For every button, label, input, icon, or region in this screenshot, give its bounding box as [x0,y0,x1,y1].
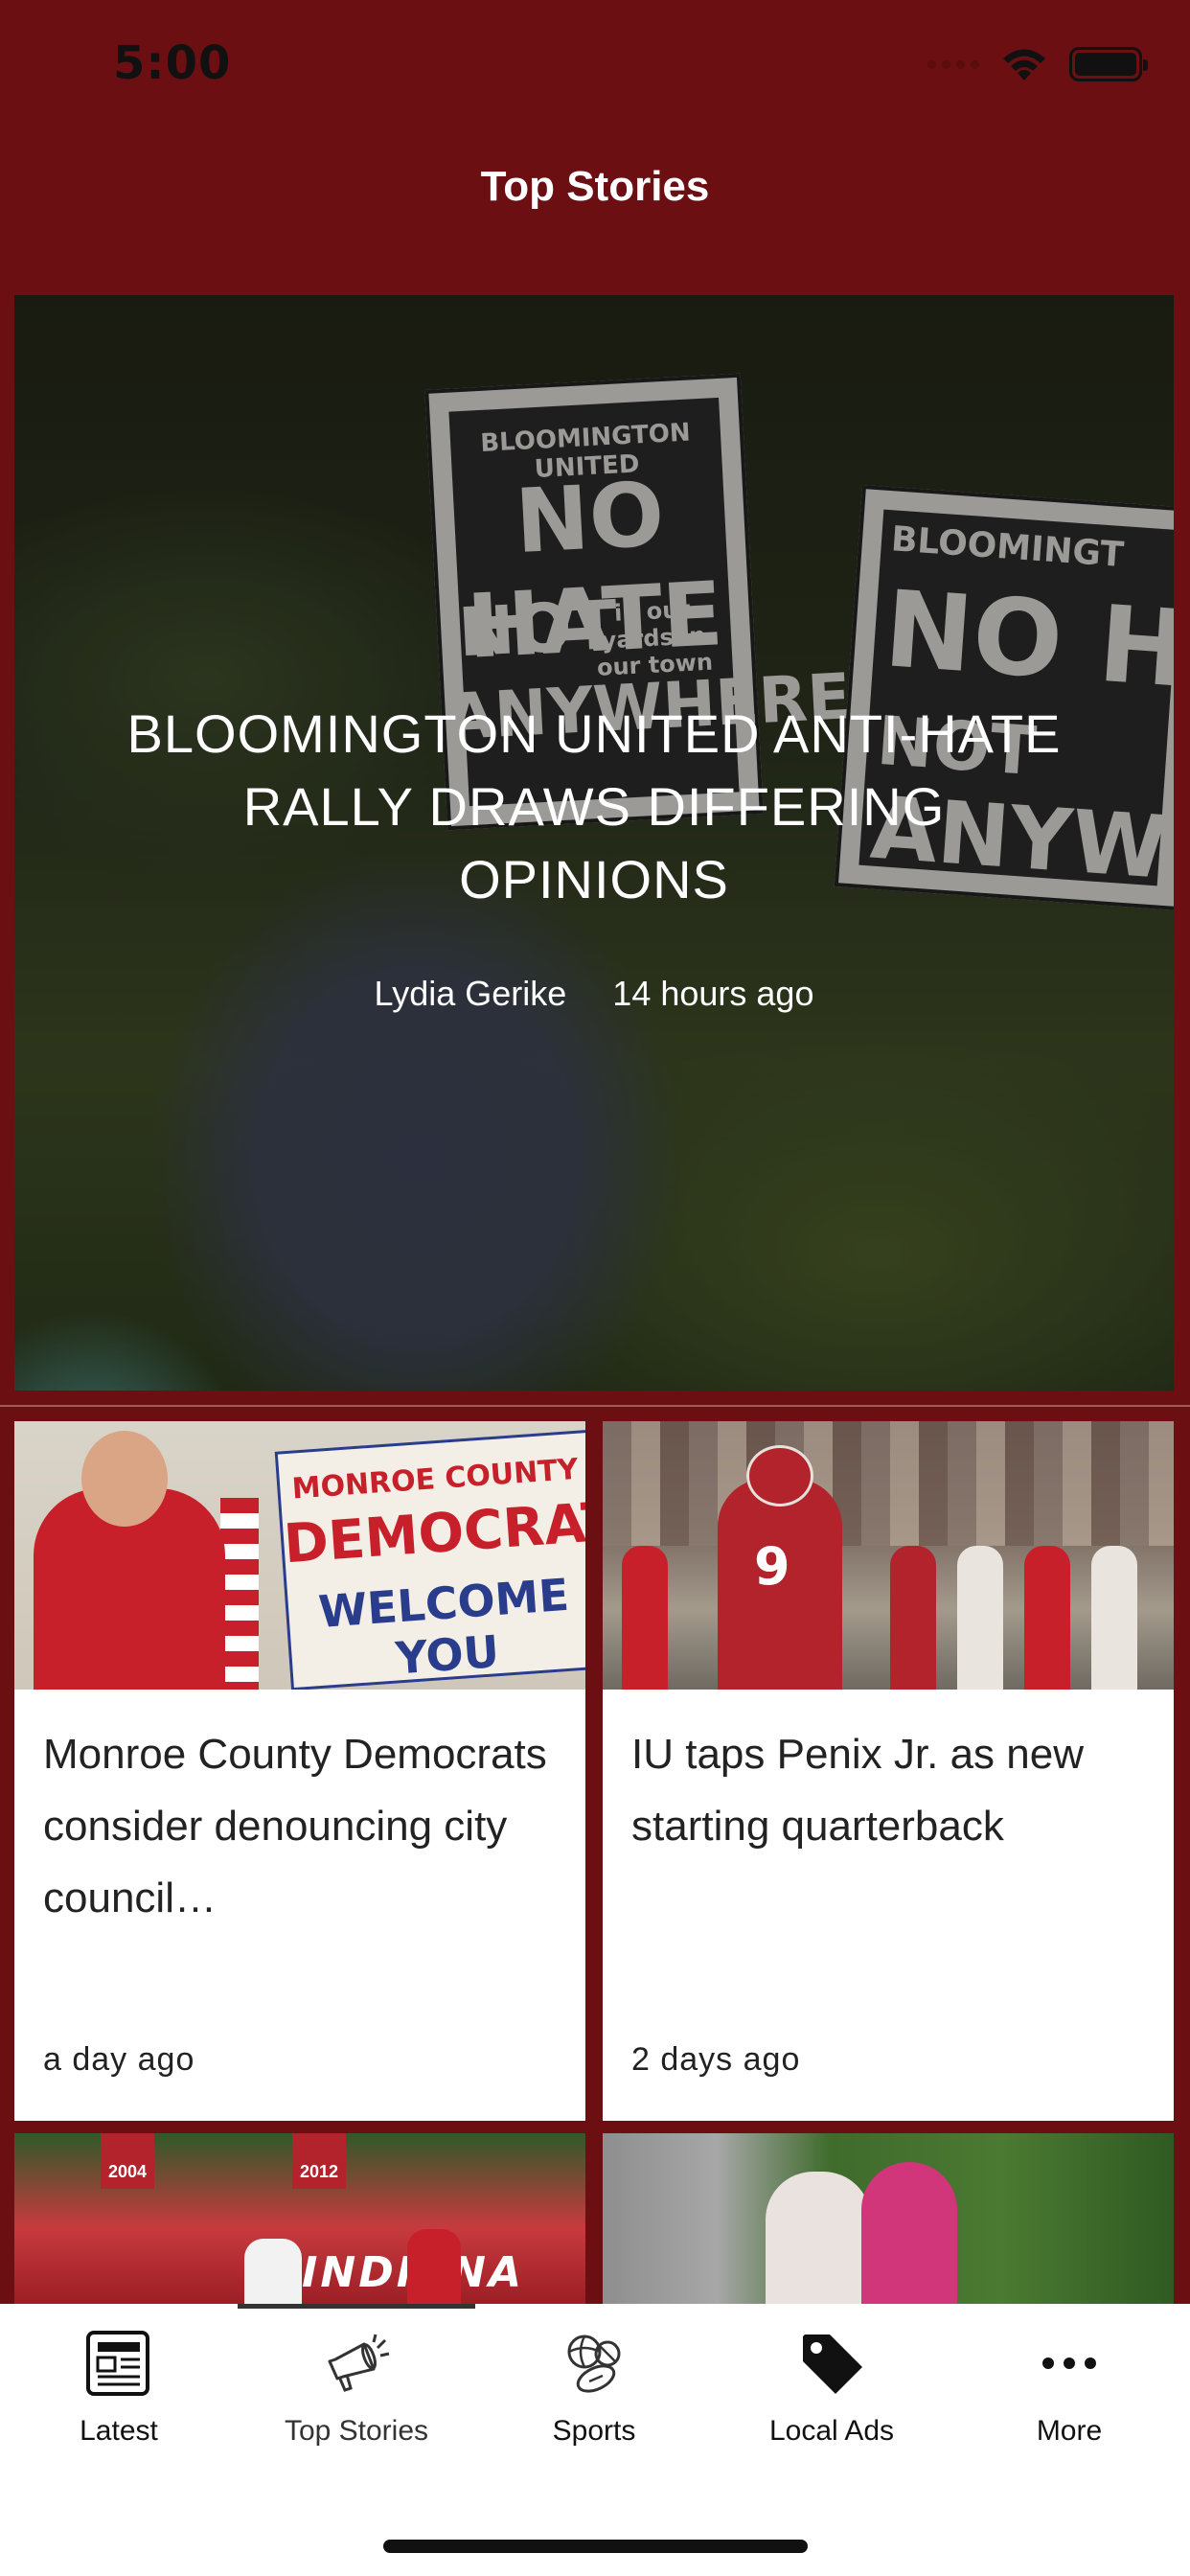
person [861,2162,957,2306]
status-icons [927,46,1148,82]
tab-top-stories[interactable]: Top Stories [238,2325,475,2448]
section-divider [0,1405,1190,1407]
page-title: Top Stories [480,163,710,210]
status-bar: 5:00 [0,0,1190,134]
tag-icon [793,2325,870,2402]
tab-sports[interactable]: Sports [475,2325,713,2448]
active-tab-indicator [238,2304,475,2309]
player [407,2229,461,2306]
person [890,1546,936,1690]
sports-balls-icon [556,2325,632,2402]
helmet [746,1445,813,1506]
story-time: a day ago [43,2041,195,2078]
flag [220,1498,259,1690]
person [1091,1546,1137,1690]
status-time: 5:00 [113,36,232,90]
player [244,2239,302,2306]
story-time: 2 days ago [631,2041,801,2078]
tab-bar: Latest Top Stories Sports Local Ads More [0,2304,1190,2576]
signal-icon [927,59,979,69]
hero-time: 14 hours ago [612,974,814,1013]
hero-content: BLOOMINGTON UNITED ANTI-HATE RALLY DRAWS… [14,698,1174,1014]
story-card[interactable] [603,2133,1174,2306]
person [957,1546,1003,1690]
tab-label: More [1036,2415,1103,2447]
hero-story[interactable]: BLOOMINGTON UNITED NO HATE NOT in our ya… [14,295,1174,1391]
banner: MONROE COUNTY DEMOCRATS WELCOME YOU [274,1429,585,1690]
story-card[interactable]: 9 IU taps Penix Jr. as new starting quar… [603,1421,1174,2121]
newspaper-icon [80,2325,157,2402]
person-head [81,1431,168,1527]
crowd [603,1421,1174,1546]
person [622,1546,668,1690]
sign: 2004 [101,2133,154,2189]
tab-label: Local Ads [768,2415,895,2447]
tab-label: Top Stories [284,2415,429,2447]
home-indicator[interactable] [383,2540,808,2553]
story-title[interactable]: IU taps Penix Jr. as new starting quarte… [631,1718,1145,1996]
banner-text: WELCOME YOU [316,1568,571,1685]
battery-icon [1069,47,1148,81]
person [1024,1546,1070,1690]
story-card[interactable]: MONROE COUNTY DEMOCRATS WELCOME YOU Monr… [14,1421,585,2121]
hero-meta: Lydia Gerike 14 hours ago [14,974,1174,1014]
banner-text: DEMOCRATS [282,1487,585,1576]
more-icon [1031,2325,1108,2402]
hero-headline[interactable]: BLOOMINGTON UNITED ANTI-HATE RALLY DRAWS… [14,698,1174,916]
sign: 2012 [292,2133,346,2189]
jersey-number: 9 [754,1536,790,1597]
story-title[interactable]: Monroe County Democrats consider denounc… [43,1718,557,1996]
story-card[interactable]: 2004 2012 INDIANA [14,2133,585,2306]
tab-local-ads[interactable]: Local Ads [713,2325,950,2448]
story-image: 9 [603,1421,1174,1690]
tab-label: Latest [80,2415,158,2447]
tab-latest[interactable]: Latest [0,2325,238,2448]
tab-label: Sports [552,2415,636,2447]
story-image: MONROE COUNTY DEMOCRATS WELCOME YOU [14,1421,585,1690]
person [766,2172,871,2306]
megaphone-icon [318,2325,395,2402]
hero-author: Lydia Gerike [374,974,567,1013]
wifi-icon [1003,49,1045,80]
tab-more[interactable]: More [950,2325,1188,2448]
